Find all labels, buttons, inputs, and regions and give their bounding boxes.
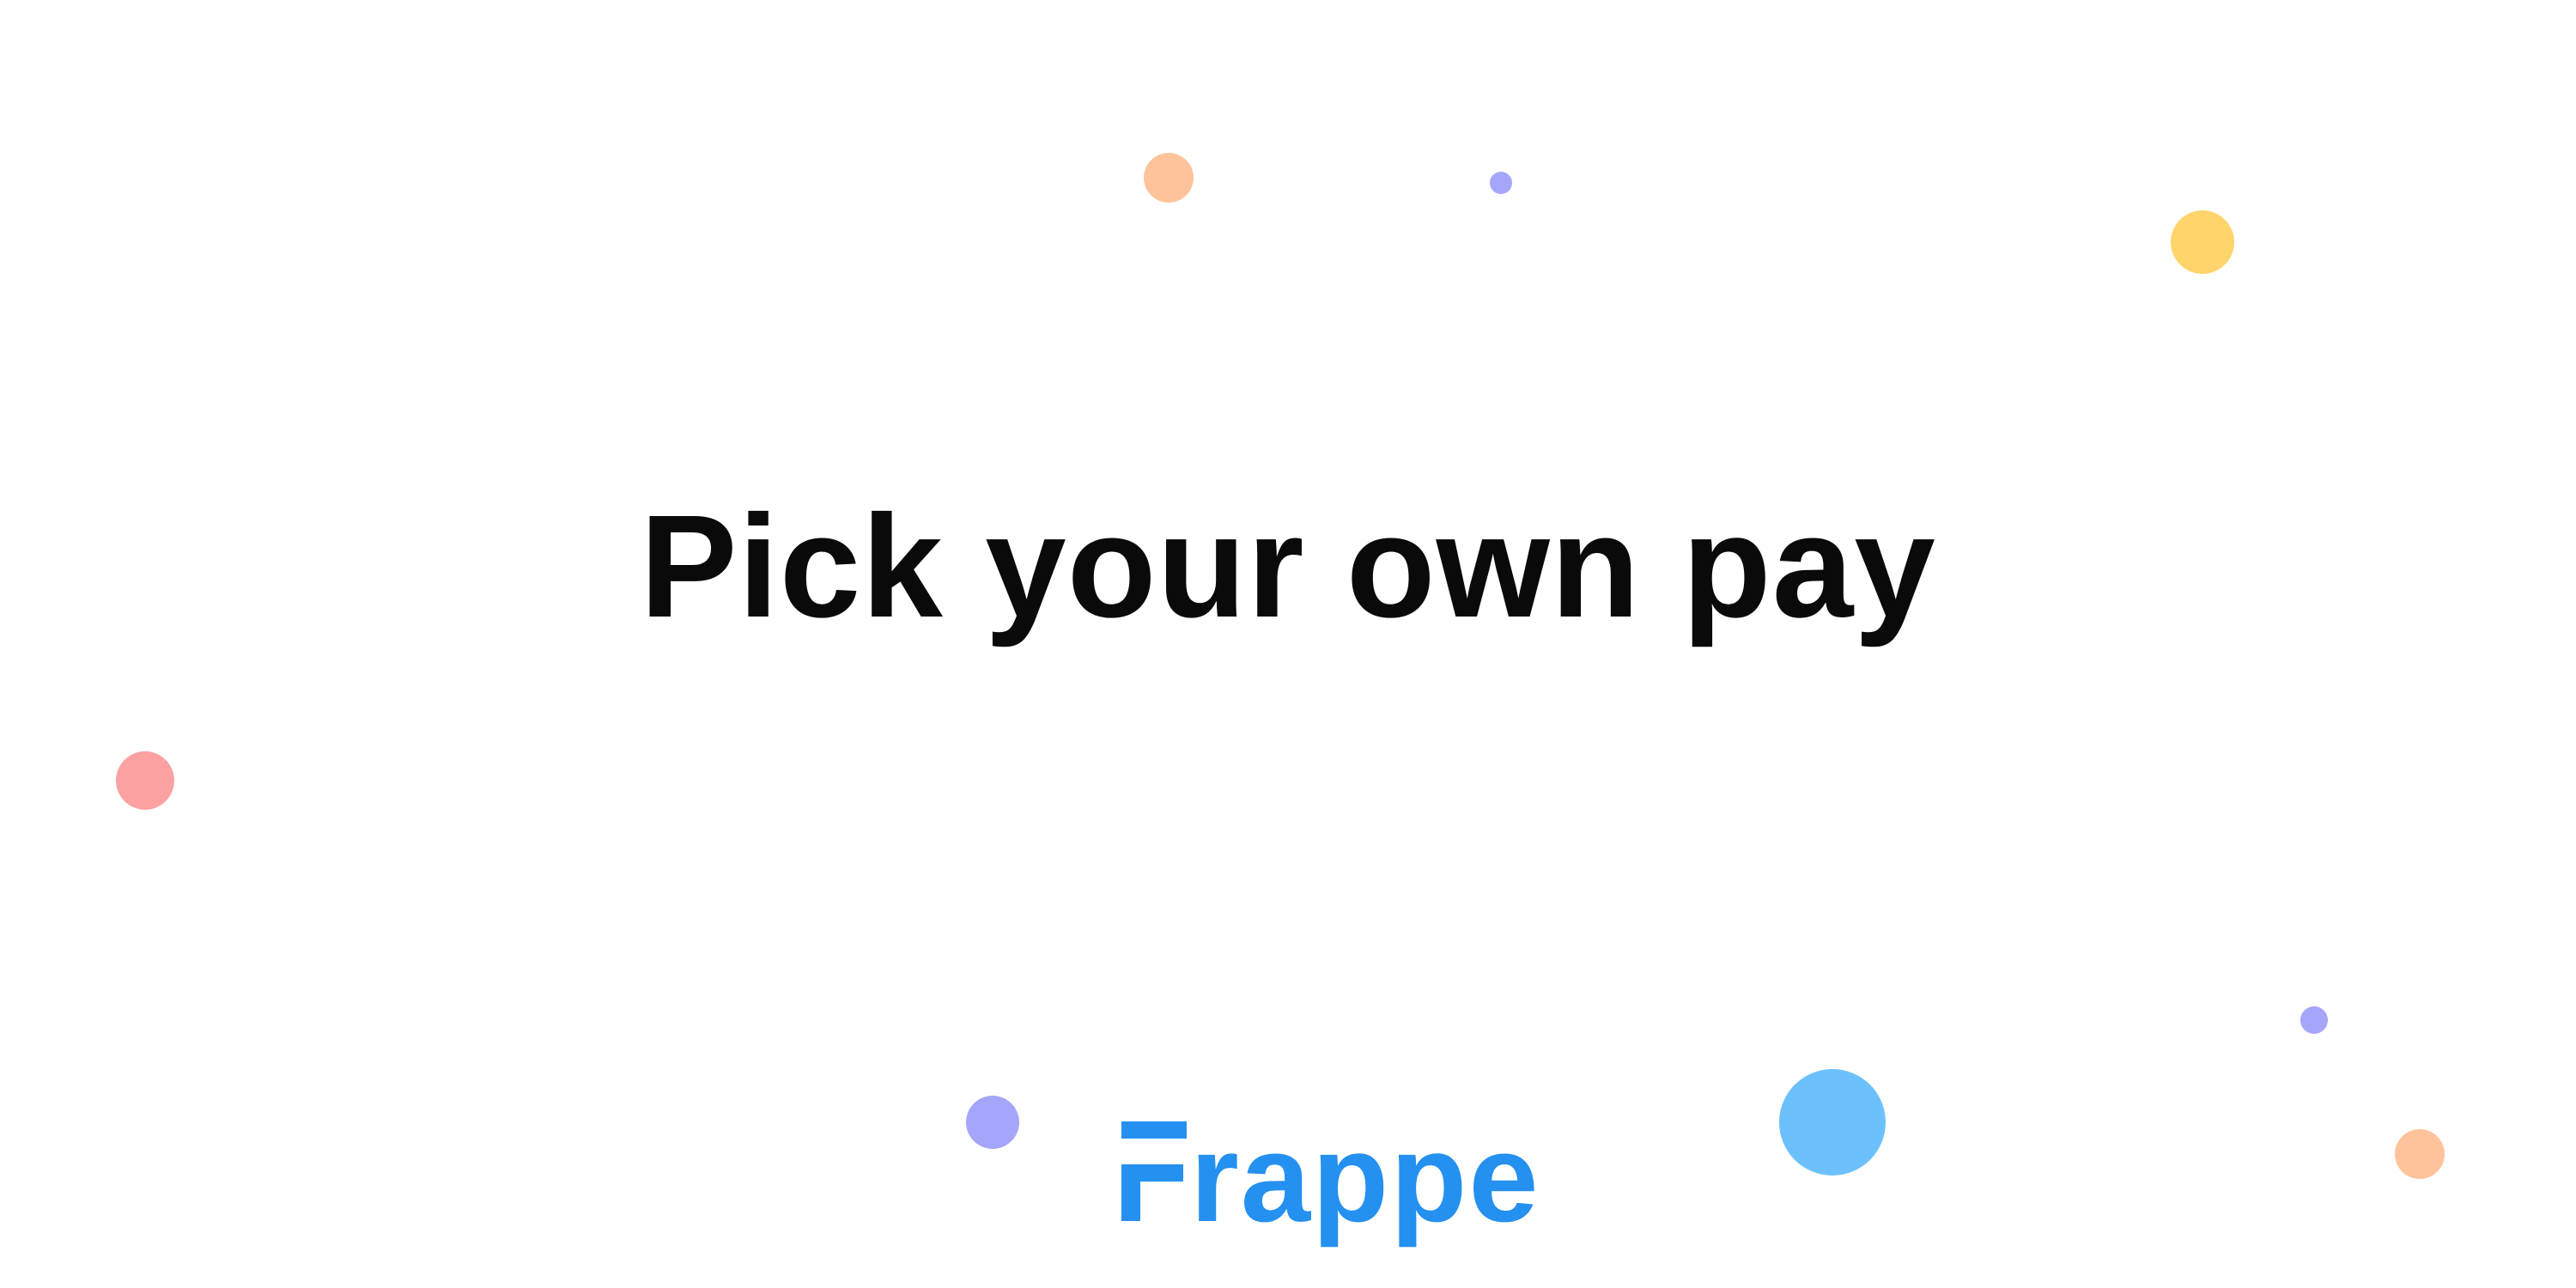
decorative-dot-yellow-top-right [2171, 210, 2234, 274]
decorative-dot-peach-top [1144, 153, 1194, 203]
decorative-dot-peach-bottom-right [2395, 1129, 2445, 1179]
decorative-dot-lavender-top [1490, 172, 1512, 194]
decorative-dot-lavender-bottom [966, 1096, 1019, 1149]
frappe-logo-mark: rappe [1121, 1116, 1540, 1248]
decorative-dot-coral-left [116, 751, 174, 810]
slide-canvas: Pick your own pay rappe [0, 0, 2576, 1288]
decorative-dot-sky-bottom [1779, 1069, 1886, 1176]
page-title: Pick your own pay [640, 485, 1936, 648]
frappe-logo: rappe [1118, 1116, 1564, 1262]
decorative-dot-lavender-bottom-right [2300, 1006, 2328, 1034]
svg-text:rappe: rappe [1190, 1116, 1540, 1248]
